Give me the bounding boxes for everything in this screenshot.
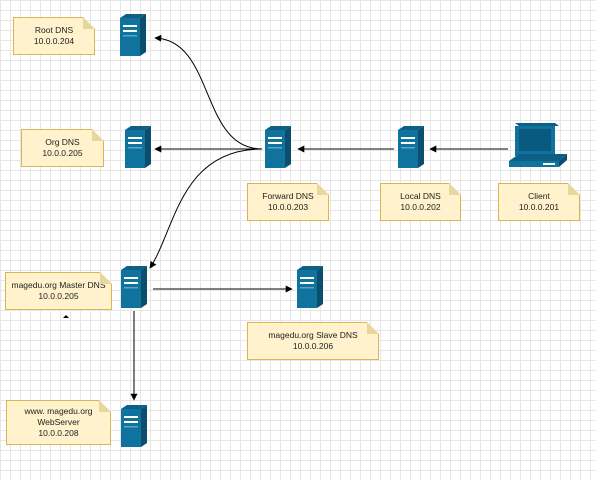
client-ip: 10.0.0.201	[518, 202, 560, 212]
forward-dns-name: Forward DNS	[262, 191, 314, 201]
server-icon	[125, 126, 151, 168]
pc-icon	[509, 123, 567, 167]
org-dns-label: Org DNS 10.0.0.205	[21, 129, 104, 167]
root-dns-label: Root DNS 10.0.0.204	[13, 17, 95, 55]
server-icon	[265, 126, 291, 168]
org-dns-ip: 10.0.0.205	[42, 148, 83, 158]
slave-dns-label: magedu.org Slave DNS 10.0.0.206	[247, 322, 379, 360]
server-icon	[297, 266, 323, 308]
server-icon	[121, 266, 147, 308]
web-server-line1: www. magedu.org	[24, 406, 93, 416]
root-dns-name: Root DNS	[34, 25, 74, 35]
forward-dns-ip: 10.0.0.203	[267, 202, 309, 212]
org-dns-name: Org DNS	[45, 137, 80, 147]
stray-arrow-mark	[63, 315, 69, 318]
forward-dns-label: Forward DNS 10.0.0.203	[247, 183, 329, 221]
client-name: Client	[528, 191, 550, 201]
web-server-line2: WebServer	[37, 417, 80, 427]
master-dns-ip: 10.0.0.205	[38, 291, 79, 301]
local-dns-ip: 10.0.0.202	[400, 202, 441, 212]
master-dns-name: magedu.org Master DNS	[11, 280, 106, 290]
slave-dns-name: magedu.org Slave DNS	[268, 330, 358, 340]
web-server-ip: 10.0.0.208	[38, 428, 79, 438]
server-icon	[120, 14, 146, 56]
master-dns-label: magedu.org Master DNS 10.0.0.205	[5, 272, 112, 310]
web-server-label: www. magedu.org WebServer 10.0.0.208	[6, 400, 111, 445]
slave-dns-ip: 10.0.0.206	[292, 341, 334, 351]
local-dns-label: Local DNS 10.0.0.202	[380, 183, 461, 221]
client-label: Client 10.0.0.201	[498, 183, 580, 221]
local-dns-name: Local DNS	[400, 191, 441, 201]
edge-forward-to-master	[149, 148, 263, 269]
edge-forward-to-root	[154, 34, 263, 150]
root-dns-ip: 10.0.0.204	[33, 36, 75, 46]
server-icon	[121, 405, 147, 447]
server-icon	[398, 126, 424, 168]
